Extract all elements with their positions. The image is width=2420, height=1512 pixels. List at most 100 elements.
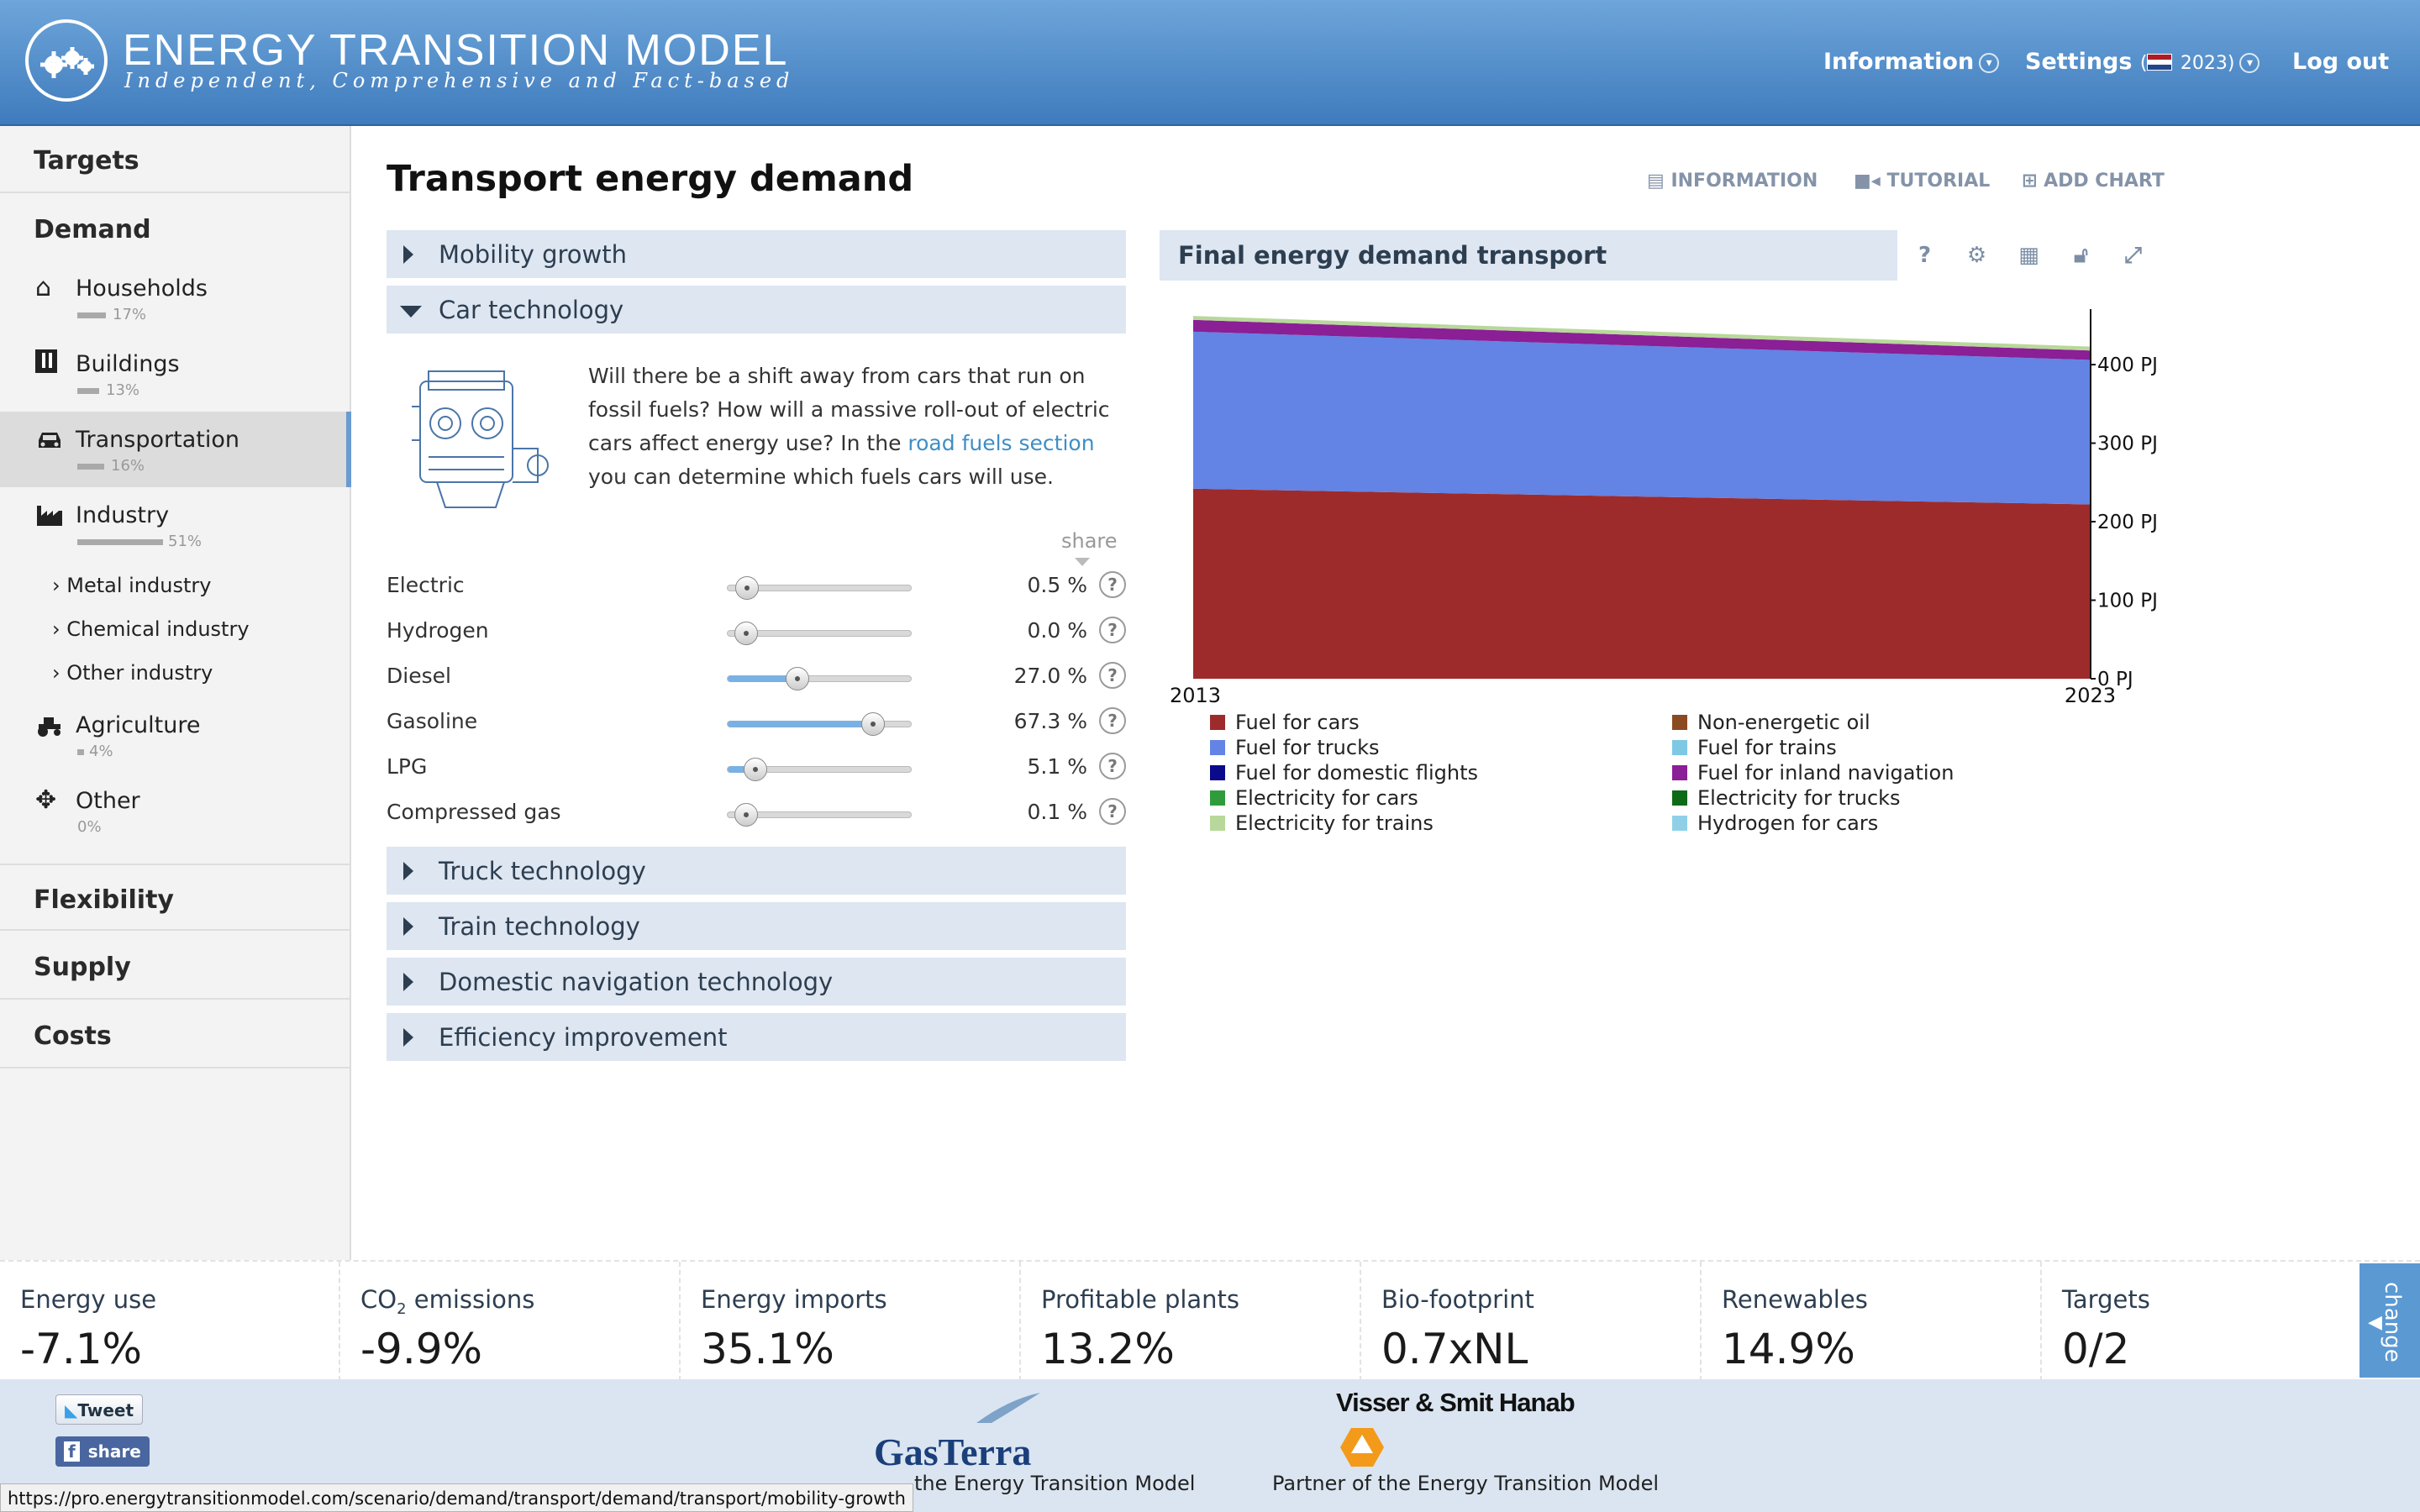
sidebar-costs[interactable]: Costs — [0, 1001, 351, 1068]
settings-menu[interactable]: Settings ( 2023) ▾ — [2025, 49, 2260, 75]
kpi-renewables[interactable]: Renewables 14.9% — [1702, 1262, 2042, 1381]
kpi-bio-footprint[interactable]: Bio-footprint 0.7xNL — [1361, 1262, 1702, 1381]
help-icon[interactable]: ? — [1099, 798, 1126, 825]
sidebar-demand[interactable]: Demand — [0, 195, 351, 262]
sidebar-item-other[interactable]: ✥ Other 0% — [0, 773, 351, 848]
accordion-efficiency-improvement[interactable]: Efficiency improvement — [387, 1013, 1126, 1063]
visser-smit-hanab-logo[interactable]: Visser & Smit Hanab — [1336, 1388, 1576, 1418]
kpi-label: Energy imports — [701, 1285, 1019, 1318]
slider-track[interactable] — [727, 576, 912, 600]
sidebar-subitem-metal[interactable]: › Metal industry — [52, 574, 211, 597]
information-menu[interactable]: Information ▾ — [1823, 49, 2000, 75]
help-icon[interactable]: ? — [1099, 707, 1126, 734]
sidebar-flexibility[interactable]: Flexibility — [0, 864, 351, 931]
legend-item[interactable]: Electricity for trains — [1210, 811, 1434, 837]
facebook-icon: f — [64, 1441, 80, 1462]
legend-swatch — [1210, 715, 1225, 730]
car-engine-illustration — [395, 356, 560, 524]
sidebar-item-transportation[interactable]: Transportation 16% — [0, 412, 351, 487]
slider-handle[interactable] — [861, 712, 886, 736]
kpi-label-text: CO — [360, 1285, 397, 1314]
help-icon[interactable]: ? — [1099, 753, 1126, 780]
add-chart-button[interactable]: ⊞ ADD CHART — [2022, 171, 2165, 192]
sidebar: Targets Demand ⌂ Households 17% Building… — [0, 126, 351, 1260]
chart-settings-button[interactable]: ⚙ — [1949, 230, 2002, 281]
accordion-label: Truck technology — [439, 857, 646, 885]
kpi-energy-imports[interactable]: Energy imports 35.1% — [681, 1262, 1021, 1381]
legend-item[interactable]: Fuel for inland navigation — [1672, 761, 1954, 786]
sidebar-item-agriculture[interactable]: Agriculture 4% — [0, 697, 351, 773]
kpi-profitable-plants[interactable]: Profitable plants 13.2% — [1021, 1262, 1361, 1381]
slider-track[interactable] — [727, 758, 912, 781]
road-fuels-link[interactable]: road fuels section — [908, 431, 1094, 455]
accordion-car-technology[interactable]: Car technology — [387, 286, 1126, 336]
sidebar-subitem-chemical[interactable]: › Chemical industry — [52, 617, 250, 641]
slider-handle[interactable] — [735, 576, 760, 600]
sidebar-item-industry[interactable]: Industry 51% — [0, 487, 351, 563]
share-sort-header[interactable]: share — [1061, 529, 1118, 566]
kpi-energy-use[interactable]: Energy use -7.1% — [0, 1262, 340, 1381]
sidebar-supply[interactable]: Supply — [0, 932, 351, 1000]
legend-item[interactable]: Fuel for trains — [1672, 736, 1837, 761]
kpi-co2-emissions[interactable]: CO2 emissions -9.9% — [340, 1262, 681, 1381]
slider-track[interactable] — [727, 667, 912, 690]
legend-item[interactable]: Non-energetic oil — [1672, 711, 1870, 736]
information-button-label: INFORMATION — [1670, 171, 1818, 192]
slider-handle[interactable] — [734, 622, 758, 645]
information-button[interactable]: ▤ INFORMATION — [1647, 171, 1818, 192]
video-icon: ■◂ — [1854, 171, 1887, 192]
change-dashboard-button[interactable]: ◀ change — [2360, 1263, 2420, 1378]
chart-help-button[interactable]: ? — [1897, 230, 1949, 281]
accordion-truck-technology[interactable]: Truck technology — [387, 847, 1126, 897]
area-fuel-for-cars[interactable] — [1193, 488, 2091, 679]
sidebar-targets[interactable]: Targets — [0, 126, 351, 193]
app-title[interactable]: ENERGY TRANSITION MODEL — [123, 25, 788, 76]
legend-item[interactable]: Hydrogen for cars — [1672, 811, 1878, 837]
logo-gears-icon[interactable] — [25, 19, 108, 102]
legend-item[interactable]: Fuel for cars — [1210, 711, 1360, 736]
tweet-button[interactable]: ◣Tweet — [55, 1394, 144, 1425]
legend-label: Electricity for trains — [1235, 811, 1434, 835]
sidebar-item-buildings[interactable]: Buildings 13% — [0, 336, 351, 412]
sidebar-item-label: Transportation — [76, 427, 239, 453]
chart-lock-button[interactable]: 🔓︎ — [2054, 230, 2106, 281]
legend-item[interactable]: Electricity for cars — [1210, 786, 1418, 811]
sidebar-item-households[interactable]: ⌂ Households 17% — [0, 260, 351, 336]
help-icon[interactable]: ? — [1099, 662, 1126, 689]
slider-handle[interactable] — [734, 803, 759, 827]
slider-track[interactable] — [727, 712, 912, 736]
chevron-right-icon: › — [52, 661, 67, 685]
vsh-caption: Partner of the Energy Transition Model — [1272, 1472, 1660, 1495]
chart-table-button[interactable]: ▦ — [2002, 230, 2054, 281]
share-pct: 51% — [168, 533, 203, 550]
tutorial-button[interactable]: ■◂ TUTORIAL — [1854, 171, 1990, 192]
slider-track[interactable] — [727, 622, 912, 645]
slider-track[interactable] — [727, 803, 912, 827]
help-icon[interactable]: ? — [1099, 571, 1126, 598]
chart-expand-button[interactable]: ⤢ — [2106, 230, 2158, 281]
help-icon[interactable]: ? — [1099, 617, 1126, 643]
legend-item[interactable]: Fuel for domestic flights — [1210, 761, 1478, 786]
share-label: share — [87, 1441, 141, 1462]
kpi-value: 0/2 — [2062, 1324, 2130, 1373]
accordion-mobility-growth[interactable]: Mobility growth — [387, 230, 1126, 281]
kpi-targets[interactable]: Targets 0/2 — [2042, 1262, 2378, 1381]
gasterra-logo[interactable]: GasTerra — [874, 1430, 1031, 1474]
legend-item[interactable]: Fuel for trucks — [1210, 736, 1379, 761]
slider-handle[interactable] — [744, 758, 768, 781]
logout-link[interactable]: Log out — [2292, 49, 2389, 75]
area-fuel-for-trucks[interactable] — [1193, 331, 2091, 505]
facebook-share-button[interactable]: f share — [55, 1436, 150, 1467]
car-icon — [35, 425, 64, 454]
kpi-value: 13.2% — [1041, 1324, 1175, 1373]
share-bar — [77, 464, 104, 470]
legend-item[interactable]: Electricity for trucks — [1672, 786, 1901, 811]
slider-handle[interactable] — [785, 667, 809, 690]
slider-row: LPG 5.1 %? — [387, 753, 1126, 800]
sidebar-subitem-other-industry[interactable]: › Other industry — [52, 661, 213, 685]
legend-swatch — [1210, 816, 1225, 831]
accordion-train-technology[interactable]: Train technology — [387, 902, 1126, 953]
accordion-domestic-navigation[interactable]: Domestic navigation technology — [387, 958, 1126, 1008]
chevron-down-icon: ▾ — [1979, 52, 2000, 73]
book-icon: ▤ — [1647, 171, 1671, 192]
